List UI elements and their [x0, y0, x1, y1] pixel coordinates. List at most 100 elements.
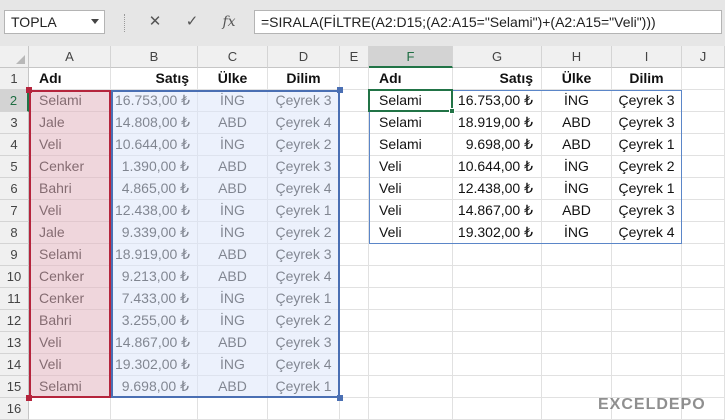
row-header-7[interactable]: 7 — [0, 200, 29, 222]
source_table-cell[interactable]: Cenker — [29, 266, 111, 288]
grid-cell[interactable] — [542, 354, 612, 376]
column-header-d[interactable]: D — [268, 46, 340, 68]
source_table-cell[interactable]: ABD — [198, 244, 268, 266]
result_table-header-cell[interactable]: Satış — [453, 68, 542, 90]
result_table-cell[interactable]: 14.867,00 ₺ — [453, 200, 542, 222]
grid-cell[interactable] — [340, 332, 369, 354]
result_table-header-cell[interactable]: Adı — [369, 68, 453, 90]
grid-cell[interactable] — [542, 310, 612, 332]
source_table-header-cell[interactable]: Satış — [111, 68, 198, 90]
source_table-cell[interactable]: 12.438,00 ₺ — [111, 200, 198, 222]
grid-cell[interactable] — [682, 112, 725, 134]
row-header-15[interactable]: 15 — [0, 376, 29, 398]
source_table-cell[interactable]: ABD — [198, 332, 268, 354]
name-box[interactable]: TOPLA — [4, 10, 105, 34]
grid-cell[interactable] — [340, 266, 369, 288]
source_table-cell[interactable]: Çeyrek 4 — [268, 354, 340, 376]
grid-cell[interactable] — [542, 288, 612, 310]
row-header-12[interactable]: 12 — [0, 310, 29, 332]
grid-cell[interactable] — [682, 222, 725, 244]
result_table-cell[interactable]: ABD — [542, 134, 612, 156]
source_table-cell[interactable]: Cenker — [29, 156, 111, 178]
grid-cell[interactable] — [682, 68, 725, 90]
source_table-cell[interactable]: 3.255,00 ₺ — [111, 310, 198, 332]
grid-cell[interactable] — [682, 266, 725, 288]
grid-cell[interactable] — [340, 354, 369, 376]
grid-cell[interactable] — [682, 310, 725, 332]
result_table-cell[interactable]: Veli — [369, 156, 453, 178]
result_table-cell[interactable]: 10.644,00 ₺ — [453, 156, 542, 178]
grid-cell[interactable] — [453, 244, 542, 266]
source_table-cell[interactable]: Veli — [29, 354, 111, 376]
result_table-cell[interactable]: ABD — [542, 112, 612, 134]
source_table-cell[interactable]: 16.753,00 ₺ — [111, 90, 198, 112]
result_table-cell[interactable]: 18.919,00 ₺ — [453, 112, 542, 134]
source_table-cell[interactable]: İNG — [198, 354, 268, 376]
result_table-cell[interactable]: Selami — [369, 112, 453, 134]
source_table-cell[interactable]: Cenker — [29, 288, 111, 310]
source_table-cell[interactable]: 10.644,00 ₺ — [111, 134, 198, 156]
source_table-cell[interactable]: Çeyrek 4 — [268, 178, 340, 200]
source_table-cell[interactable]: 9.339,00 ₺ — [111, 222, 198, 244]
source_table-cell[interactable]: 9.698,00 ₺ — [111, 376, 198, 398]
grid-cell[interactable] — [111, 398, 198, 420]
result_table-cell[interactable]: İNG — [542, 156, 612, 178]
result_table-cell[interactable]: Çeyrek 2 — [612, 156, 682, 178]
column-header-c[interactable]: C — [198, 46, 268, 68]
fill-handle[interactable] — [449, 108, 455, 114]
grid-cell[interactable] — [612, 266, 682, 288]
result_table-cell[interactable]: Selami — [369, 90, 453, 112]
result_table-cell[interactable]: 19.302,00 ₺ — [453, 222, 542, 244]
grid-cell[interactable] — [369, 398, 453, 420]
source_table-cell[interactable]: 7.433,00 ₺ — [111, 288, 198, 310]
grid-cell[interactable] — [369, 266, 453, 288]
row-header-2[interactable]: 2 — [0, 90, 29, 112]
source_table-cell[interactable]: Selami — [29, 244, 111, 266]
row-header-9[interactable]: 9 — [0, 244, 29, 266]
grid-cell[interactable] — [542, 266, 612, 288]
grid-cell[interactable] — [612, 376, 682, 398]
source_table-cell[interactable]: 19.302,00 ₺ — [111, 354, 198, 376]
chevron-down-icon[interactable] — [91, 19, 99, 24]
row-header-1[interactable]: 1 — [0, 68, 29, 90]
result_table-cell[interactable]: Selami — [369, 134, 453, 156]
source_table-cell[interactable]: Bahri — [29, 178, 111, 200]
grid-cell[interactable] — [340, 376, 369, 398]
result_table-cell[interactable]: Veli — [369, 178, 453, 200]
source_table-header-cell[interactable]: Dilim — [268, 68, 340, 90]
grid-cell[interactable] — [542, 332, 612, 354]
source_table-cell[interactable]: Çeyrek 1 — [268, 288, 340, 310]
source_table-cell[interactable]: Jale — [29, 112, 111, 134]
source_table-cell[interactable]: Çeyrek 3 — [268, 90, 340, 112]
grid-cell[interactable] — [340, 68, 369, 90]
result_table-cell[interactable]: ABD — [542, 200, 612, 222]
grid-cell[interactable] — [268, 398, 340, 420]
grid-cell[interactable] — [682, 354, 725, 376]
result_table-cell[interactable]: Çeyrek 3 — [612, 90, 682, 112]
grid-cell[interactable] — [542, 244, 612, 266]
result_table-cell[interactable]: 16.753,00 ₺ — [453, 90, 542, 112]
column-header-f[interactable]: F — [369, 46, 453, 68]
cancel-icon[interactable]: ✕ — [142, 10, 168, 34]
source_table-cell[interactable]: ABD — [198, 266, 268, 288]
grid-cell[interactable] — [453, 310, 542, 332]
grid-cell[interactable] — [198, 398, 268, 420]
source_table-cell[interactable]: 1.390,00 ₺ — [111, 156, 198, 178]
grid-cell[interactable] — [340, 398, 369, 420]
grid-cell[interactable] — [612, 244, 682, 266]
source_table-cell[interactable]: İNG — [198, 288, 268, 310]
grid-cell[interactable] — [29, 398, 111, 420]
source_table-cell[interactable]: ABD — [198, 376, 268, 398]
grid-cell[interactable] — [612, 332, 682, 354]
source_table-cell[interactable]: Çeyrek 3 — [268, 156, 340, 178]
grid-cell[interactable] — [453, 288, 542, 310]
row-header-11[interactable]: 11 — [0, 288, 29, 310]
grid-cell[interactable] — [340, 288, 369, 310]
source_table-cell[interactable]: 4.865,00 ₺ — [111, 178, 198, 200]
source_table-cell[interactable]: Çeyrek 4 — [268, 112, 340, 134]
select-all-corner[interactable] — [0, 46, 29, 68]
check-icon[interactable]: ✓ — [179, 10, 205, 34]
grid-cell[interactable] — [453, 266, 542, 288]
grid-cell[interactable] — [682, 90, 725, 112]
grid-cell[interactable] — [682, 178, 725, 200]
